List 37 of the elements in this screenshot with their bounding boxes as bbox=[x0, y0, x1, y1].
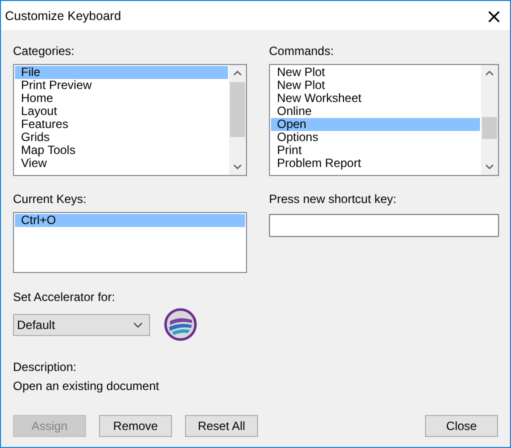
window-title: Customize Keyboard bbox=[5, 8, 122, 22]
accelerator-label: Set Accelerator for: bbox=[13, 290, 116, 304]
scrollbar-thumb[interactable] bbox=[482, 117, 497, 139]
dialog-button[interactable]: Reset All bbox=[185, 415, 258, 437]
scrollbar-thumb[interactable] bbox=[230, 82, 245, 137]
shortcut-label: Press new shortcut key: bbox=[269, 192, 398, 206]
list-item[interactable]: New Plot bbox=[271, 66, 480, 79]
list-item[interactable]: New Worksheet bbox=[271, 92, 480, 105]
shortcut-field[interactable] bbox=[269, 214, 499, 237]
list-item[interactable]: Ctrl+O bbox=[15, 214, 245, 227]
list-item[interactable]: Online bbox=[271, 105, 480, 118]
accelerator-dropdown[interactable]: Default bbox=[13, 314, 150, 336]
list-item[interactable]: Grids bbox=[15, 131, 228, 144]
categories-label: Categories: bbox=[13, 44, 76, 58]
list-item[interactable]: Home bbox=[15, 92, 228, 105]
list-item[interactable]: Print Preview bbox=[15, 79, 228, 92]
commands-label: Commands: bbox=[269, 44, 335, 58]
list-item[interactable]: New Plot bbox=[271, 79, 480, 92]
list-item[interactable]: Features bbox=[15, 118, 228, 131]
list-item[interactable]: View bbox=[15, 157, 228, 170]
list-item[interactable]: Print bbox=[271, 144, 480, 157]
list-item[interactable]: Problem Report bbox=[271, 157, 480, 170]
dialog-button[interactable]: Remove bbox=[99, 415, 172, 437]
list-item[interactable]: Layout bbox=[15, 105, 228, 118]
current-keys-label: Current Keys: bbox=[13, 192, 88, 206]
chevron-down-icon bbox=[133, 322, 143, 328]
list-item[interactable]: Open bbox=[271, 118, 480, 131]
description-label: Description: bbox=[13, 360, 78, 374]
app-logo-icon bbox=[164, 308, 197, 341]
close-button[interactable]: × bbox=[478, 1, 510, 30]
dialog-button[interactable]: Close bbox=[425, 415, 498, 437]
scrollbar[interactable] bbox=[481, 65, 498, 175]
description-text: Open an existing document bbox=[13, 379, 160, 393]
list-item[interactable]: Options bbox=[271, 131, 480, 144]
list-item[interactable]: File bbox=[15, 66, 228, 79]
scrollbar[interactable] bbox=[229, 65, 246, 175]
list-item[interactable]: Map Tools bbox=[15, 144, 228, 157]
